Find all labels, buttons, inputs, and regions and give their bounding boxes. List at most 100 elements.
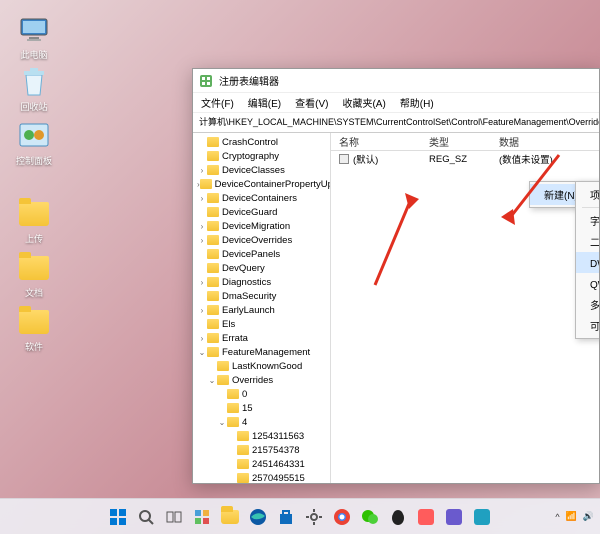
tree-node[interactable]: ›DeviceOverrides <box>193 233 330 247</box>
tree-node[interactable]: ›Errata <box>193 331 330 345</box>
tree-node[interactable]: ›DeviceContainerPropertyUpda <box>193 177 330 191</box>
tree-node[interactable]: Els <box>193 317 330 331</box>
desktop-icon-folder-upload[interactable]: 上传 <box>14 198 54 245</box>
ctx-item[interactable]: QWORD (64 位)值(Q) <box>576 273 599 294</box>
col-name[interactable]: 名称 <box>331 134 421 149</box>
tree-node[interactable]: LastKnownGood <box>193 359 330 373</box>
folder-icon <box>207 151 219 161</box>
menu-help[interactable]: 帮助(H) <box>400 95 434 110</box>
control-panel-icon <box>18 120 50 152</box>
address-bar[interactable]: 计算机\HKEY_LOCAL_MACHINE\SYSTEM\CurrentCon… <box>193 113 599 133</box>
menu-edit[interactable]: 编辑(E) <box>248 95 281 110</box>
search-icon[interactable] <box>135 506 157 528</box>
widgets-icon[interactable] <box>191 506 213 528</box>
desktop-icon-label: 文档 <box>25 286 43 299</box>
folder-icon <box>227 403 239 413</box>
tree-node-label: DevQuery <box>222 263 265 274</box>
tree-node[interactable]: 1254311563 <box>193 429 330 443</box>
menu-view[interactable]: 查看(V) <box>295 95 328 110</box>
ctx-item[interactable]: 项(K) <box>576 184 599 205</box>
window-title: 注册表编辑器 <box>219 73 279 88</box>
tree-node[interactable]: DmaSecurity <box>193 289 330 303</box>
explorer-icon[interactable] <box>219 506 241 528</box>
app-media-icon[interactable] <box>415 506 437 528</box>
tree-node[interactable]: 2570495515 <box>193 471 330 483</box>
settings-icon[interactable] <box>303 506 325 528</box>
desktop-icon-control-panel[interactable]: 控制面板 <box>14 120 54 167</box>
tree-node[interactable]: ›EarlyLaunch <box>193 303 330 317</box>
taskview-icon[interactable] <box>163 506 185 528</box>
tree-node[interactable]: 215754378 <box>193 443 330 457</box>
ctx-item-label: 项(K) <box>590 187 599 202</box>
tree-node-label: DevicePanels <box>222 249 280 260</box>
ctx-item[interactable]: DWORD (32 位)值(D) <box>576 252 599 273</box>
col-data[interactable]: 数据 <box>491 134 599 149</box>
tree-twisty-icon[interactable]: ⌄ <box>197 348 207 357</box>
tree-node[interactable]: ⌄FeatureManagement <box>193 345 330 359</box>
tree-node[interactable]: 0 <box>193 387 330 401</box>
tree-node-label: CrashControl <box>222 137 278 148</box>
list-pane[interactable]: 名称 类型 数据 (默认) REG_SZ (数值未设置) 新建(N) ▶ 项(K… <box>331 133 599 483</box>
tree-twisty-icon[interactable]: › <box>197 306 207 315</box>
folder-icon <box>207 165 219 175</box>
qq-icon[interactable] <box>387 506 409 528</box>
desktop-icon-folder-soft[interactable]: 软件 <box>14 306 54 353</box>
tree-pane[interactable]: CrashControlCryptography›DeviceClasses›D… <box>193 133 331 483</box>
folder-icon <box>207 207 219 217</box>
folder-icon <box>207 319 219 329</box>
folder-icon <box>207 305 219 315</box>
desktop-icon-recycle-bin[interactable]: 回收站 <box>14 66 54 113</box>
value-name: (默认) <box>353 152 378 166</box>
tree-node[interactable]: DeviceGuard <box>193 205 330 219</box>
tray-chevron-icon[interactable]: ^ <box>555 512 559 522</box>
ctx-item[interactable]: 可扩充字符串值(E) <box>576 315 599 336</box>
system-tray[interactable]: ^ 📶 🔊 <box>555 511 594 522</box>
tree-twisty-icon[interactable]: › <box>197 236 207 245</box>
chrome-icon[interactable] <box>331 506 353 528</box>
tree-node[interactable]: ›DeviceClasses <box>193 163 330 177</box>
tree-twisty-icon[interactable]: › <box>197 166 207 175</box>
titlebar[interactable]: 注册表编辑器 <box>193 69 599 93</box>
menu-file[interactable]: 文件(F) <box>201 95 234 110</box>
ctx-item[interactable]: 多字符串值(M) <box>576 294 599 315</box>
app-generic-icon[interactable] <box>471 506 493 528</box>
menu-favorites[interactable]: 收藏夹(A) <box>342 95 385 110</box>
tree-node[interactable]: Cryptography <box>193 149 330 163</box>
tree-twisty-icon[interactable]: › <box>197 278 207 287</box>
tree-node[interactable]: DevQuery <box>193 261 330 275</box>
app-generic-icon[interactable] <box>443 506 465 528</box>
start-button[interactable] <box>107 506 129 528</box>
wechat-icon[interactable] <box>359 506 381 528</box>
tray-volume-icon[interactable]: 🔊 <box>583 511 594 522</box>
tree-node[interactable]: ›DeviceMigration <box>193 219 330 233</box>
ctx-separator <box>582 207 599 208</box>
edge-icon[interactable] <box>247 506 269 528</box>
tray-network-icon[interactable]: 📶 <box>566 511 577 522</box>
tree-node[interactable]: ›DeviceContainers <box>193 191 330 205</box>
ctx-item-label: 二进制值(B) <box>590 234 599 249</box>
tree-twisty-icon[interactable]: › <box>197 222 207 231</box>
tree-twisty-icon[interactable]: › <box>197 334 207 343</box>
desktop-icon-this-pc[interactable]: 此电脑 <box>14 14 54 61</box>
list-row[interactable]: (默认) REG_SZ (数值未设置) <box>331 151 599 167</box>
tree-twisty-icon[interactable]: ⌄ <box>217 418 227 427</box>
tree-node-label: 2451464331 <box>252 459 305 470</box>
tree-node[interactable]: 15 <box>193 401 330 415</box>
ctx-item[interactable]: 二进制值(B) <box>576 231 599 252</box>
tree-node-label: Diagnostics <box>222 277 271 288</box>
desktop-icon-folder-docs[interactable]: 文档 <box>14 252 54 299</box>
ctx-item[interactable]: 字符串值(S) <box>576 210 599 231</box>
desktop-icon-label: 控制面板 <box>16 154 52 167</box>
tree-twisty-icon[interactable]: › <box>197 194 207 203</box>
tree-node[interactable]: DevicePanels <box>193 247 330 261</box>
tree-node[interactable]: ⌄Overrides <box>193 373 330 387</box>
tree-twisty-icon[interactable]: ⌄ <box>207 376 217 385</box>
tree-node[interactable]: 2451464331 <box>193 457 330 471</box>
tree-node[interactable]: › Diagnostics <box>193 275 330 289</box>
tree-node-label: Els <box>222 319 235 330</box>
folder-icon <box>207 235 219 245</box>
tree-node[interactable]: ⌄4 <box>193 415 330 429</box>
col-type[interactable]: 类型 <box>421 134 491 149</box>
store-icon[interactable] <box>275 506 297 528</box>
tree-node[interactable]: CrashControl <box>193 135 330 149</box>
